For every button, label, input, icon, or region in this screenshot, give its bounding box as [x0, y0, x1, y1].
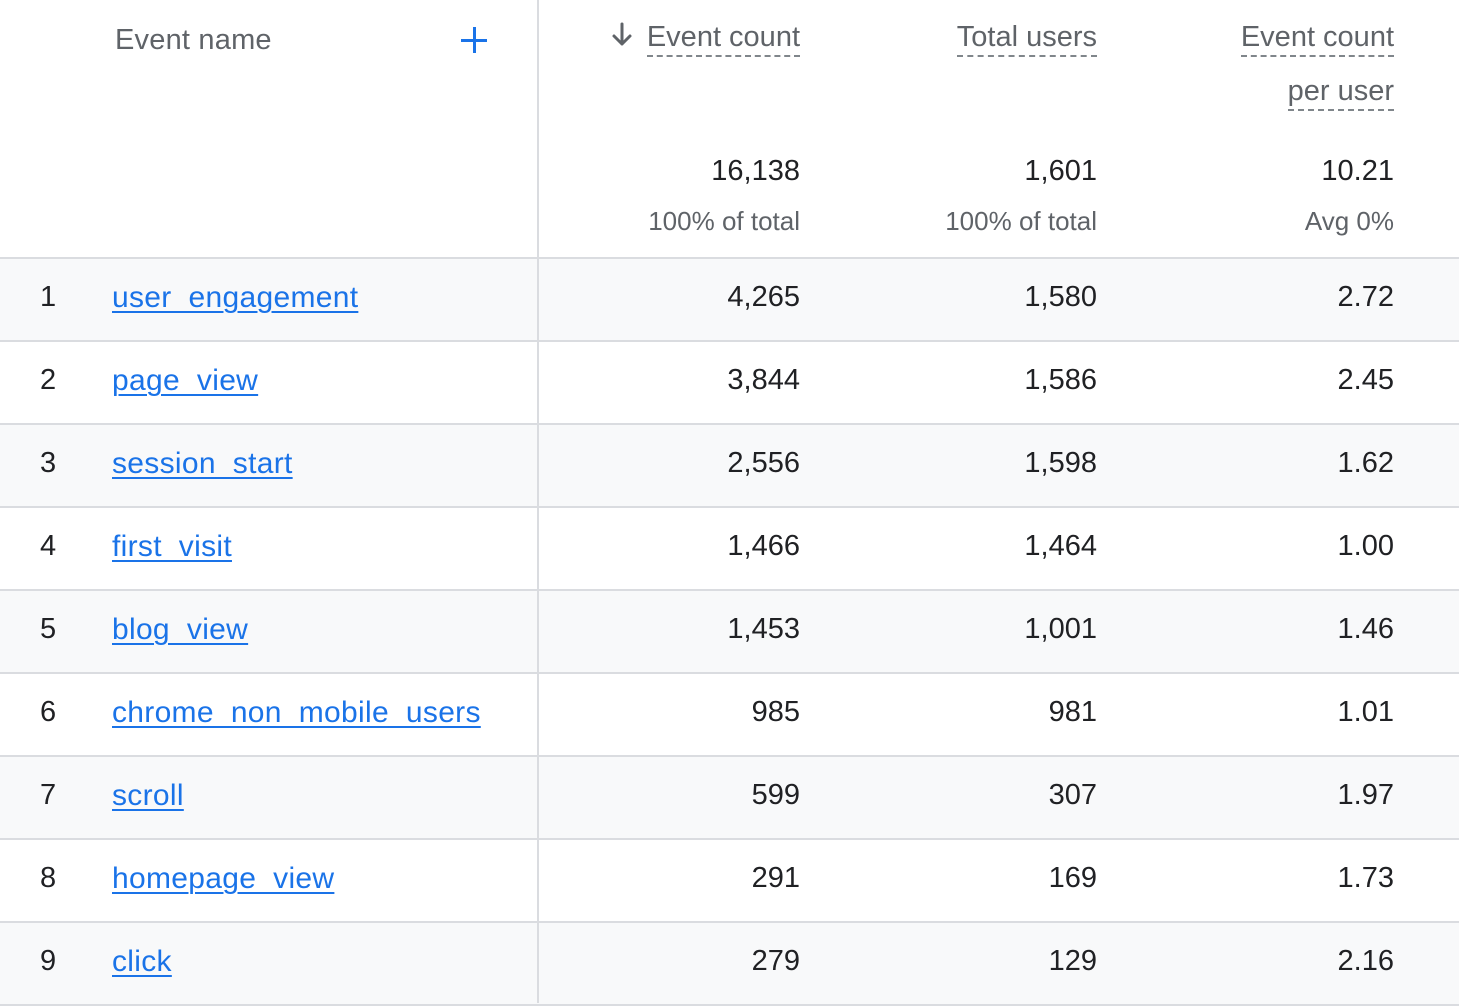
event-count-cell: 291	[751, 862, 800, 894]
event-name-link[interactable]: page_view	[112, 364, 258, 398]
total-value: 16,138	[711, 155, 800, 187]
total-users-cell: 981	[1048, 696, 1097, 728]
event-name-link[interactable]: session_start	[112, 447, 293, 481]
total-users-cell: 1,580	[1024, 281, 1097, 313]
table-row: 9 click 279 129 2.16	[0, 923, 1459, 1006]
table-row: 4 first_visit 1,466 1,464 1.00	[0, 508, 1459, 591]
total-subtext: Avg 0%	[1304, 206, 1394, 236]
event-name-link[interactable]: homepage_view	[112, 862, 334, 896]
event-count-cell: 279	[751, 945, 800, 977]
row-index: 3	[40, 447, 57, 479]
per-user-cell: 1.00	[1337, 530, 1394, 562]
total-value: 10.21	[1321, 155, 1394, 187]
event-count-cell: 2,556	[727, 447, 800, 479]
total-event-count-per-user: 10.21 Avg 0%	[1305, 153, 1394, 239]
table-row: 5 blog_view 1,453 1,001 1.46	[0, 591, 1459, 674]
per-user-cell: 1.97	[1337, 779, 1394, 811]
row-index: 9	[40, 945, 57, 977]
table-row: 8 homepage_view 291 169 1.73	[0, 840, 1459, 923]
column-header-label[interactable]: Event count	[646, 19, 800, 57]
column-header-label-line-2[interactable]: per user	[1287, 73, 1394, 111]
event-count-cell: 985	[751, 696, 800, 728]
per-user-cell: 1.46	[1337, 613, 1394, 645]
row-index: 6	[40, 696, 57, 728]
table-row: 1 user_engagement 4,265 1,580 2.72	[0, 259, 1459, 342]
table-row: 6 chrome_non_mobile_users 985 981 1.01	[0, 674, 1459, 757]
add-dimension-button[interactable]	[458, 24, 490, 56]
total-users-cell: 1,586	[1024, 364, 1097, 396]
total-users-cell: 1,598	[1024, 447, 1097, 479]
row-index: 5	[40, 613, 57, 645]
total-value: 1,601	[1024, 155, 1097, 187]
event-count-cell: 4,265	[727, 281, 800, 313]
table-row: 7 scroll 599 307 1.97	[0, 757, 1459, 840]
event-name-link[interactable]: user_engagement	[112, 281, 358, 315]
per-user-cell: 1.01	[1337, 696, 1394, 728]
total-users: 1,601 100% of total	[945, 153, 1097, 239]
table-row: 3 session_start 2,556 1,598 1.62	[0, 425, 1459, 508]
event-name-link[interactable]: scroll	[112, 779, 184, 813]
events-table: Event name Event count Total users Event…	[0, 0, 1459, 1006]
event-name-link[interactable]: blog_view	[112, 613, 248, 647]
total-subtext: 100% of total	[648, 206, 800, 236]
total-users-cell: 307	[1048, 779, 1097, 811]
total-users-cell: 1,001	[1024, 613, 1097, 645]
per-user-cell: 2.45	[1337, 364, 1394, 396]
per-user-cell: 2.72	[1337, 281, 1394, 313]
column-header-label-line-1[interactable]: Event count	[1240, 19, 1394, 57]
event-count-cell: 1,453	[727, 613, 800, 645]
event-name-link[interactable]: click	[112, 945, 172, 979]
per-user-cell: 1.73	[1337, 862, 1394, 894]
table-header: Event name Event count Total users Event…	[0, 0, 1459, 259]
per-user-cell: 2.16	[1337, 945, 1394, 977]
table-row: 2 page_view 3,844 1,586 2.45	[0, 342, 1459, 425]
total-users-cell: 1,464	[1024, 530, 1097, 562]
event-count-cell: 599	[751, 779, 800, 811]
arrow-down-icon[interactable]	[611, 22, 633, 48]
column-header-event-count[interactable]: Event count	[611, 14, 800, 60]
column-header-label[interactable]: Total users	[956, 19, 1097, 57]
column-divider[interactable]	[537, 0, 539, 1003]
total-users-cell: 129	[1048, 945, 1097, 977]
row-index: 1	[40, 281, 57, 313]
total-users-cell: 169	[1048, 862, 1097, 894]
event-count-cell: 1,466	[727, 530, 800, 562]
event-name-link[interactable]: chrome_non_mobile_users	[112, 696, 481, 730]
row-index: 2	[40, 364, 57, 396]
per-user-cell: 1.62	[1337, 447, 1394, 479]
column-header-total-users[interactable]: Total users	[956, 14, 1097, 60]
row-index: 8	[40, 862, 57, 894]
total-event-count: 16,138 100% of total	[648, 153, 800, 239]
row-index: 4	[40, 530, 57, 562]
row-index: 7	[40, 779, 57, 811]
total-subtext: 100% of total	[945, 206, 1097, 236]
column-header-event-name[interactable]: Event name	[115, 24, 272, 57]
column-header-event-count-per-user[interactable]: Event count per user	[1094, 14, 1394, 114]
event-count-cell: 3,844	[727, 364, 800, 396]
event-name-link[interactable]: first_visit	[112, 530, 232, 564]
